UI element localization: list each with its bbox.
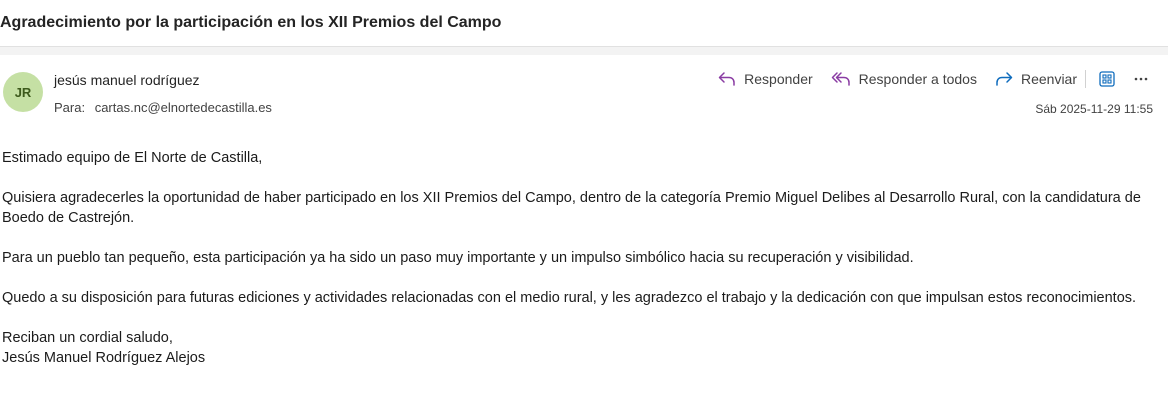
- view-toggle-button[interactable]: [1094, 66, 1120, 92]
- recipients-line: Para: cartas.nc@elnortedecastilla.es: [54, 100, 272, 115]
- forward-label: Reenviar: [1020, 71, 1077, 87]
- reply-all-label: Responder a todos: [858, 71, 977, 87]
- grid-view-icon: [1099, 71, 1115, 87]
- email-subject: Agradecimiento por la participación en l…: [0, 14, 502, 31]
- avatar[interactable]: JR: [3, 72, 43, 112]
- subject-bar: Agradecimiento por la participación en l…: [0, 0, 1168, 47]
- more-options-icon: [1134, 77, 1148, 81]
- closing: Reciban un cordial saludo,: [2, 330, 173, 346]
- sender-name[interactable]: jesús manuel rodríguez: [54, 72, 200, 88]
- forward-button[interactable]: Reenviar: [995, 71, 1077, 87]
- closing-block: Reciban un cordial saludo, Jesús Manuel …: [2, 328, 1142, 368]
- reply-icon: [718, 72, 735, 86]
- header-divider: [0, 47, 1168, 55]
- forward-icon: [996, 72, 1013, 86]
- to-label: Para:: [54, 100, 86, 115]
- greeting: Estimado equipo de El Norte de Castilla,: [2, 150, 263, 166]
- message-date: Sáb 2025-11-29 11:55: [1035, 102, 1153, 116]
- body-paragraph-2: Para un pueblo tan pequeño, esta partici…: [2, 250, 914, 266]
- more-options-button[interactable]: [1128, 66, 1154, 92]
- recipient-address[interactable]: cartas.nc@elnortedecastilla.es: [95, 100, 272, 115]
- body-paragraph-1: Quisiera agradecerles la oportunidad de …: [2, 190, 1141, 226]
- signature: Jesús Manuel Rodríguez Alejos: [2, 350, 206, 366]
- reply-label: Responder: [744, 71, 813, 87]
- body-paragraph-3: Quedo a su disposición para futuras edic…: [2, 290, 1137, 306]
- message-body: Estimado equipo de El Norte de Castilla,…: [2, 148, 1142, 368]
- message-actions: Responder Responder a todos Reenviar: [700, 66, 1154, 92]
- reply-all-button[interactable]: Responder a todos: [831, 71, 977, 87]
- reply-all-icon: [831, 72, 850, 86]
- actions-divider: [1085, 70, 1086, 88]
- reply-button[interactable]: Responder: [718, 71, 813, 87]
